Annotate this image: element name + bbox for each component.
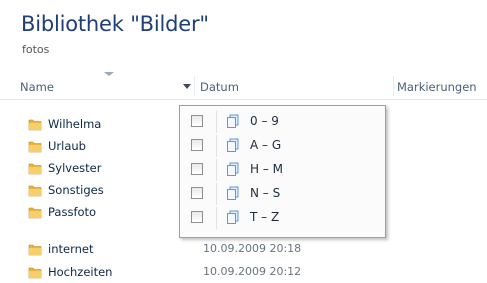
filter-item-t-z[interactable]: T – Z	[180, 207, 385, 229]
filter-checkbox[interactable]	[191, 163, 203, 175]
file-group-icon	[227, 210, 239, 224]
folder-date: 10.09.2009 20:18	[203, 242, 302, 255]
folder-icon	[28, 141, 42, 153]
folder-icon	[28, 207, 42, 219]
folder-name: internet	[48, 242, 94, 256]
filter-item-h-m[interactable]: H – M	[180, 159, 385, 181]
library-title: Bibliothek "Bilder"	[21, 12, 209, 36]
library-header: Bibliothek "Bilder" fotos	[0, 0, 487, 72]
column-header-datum[interactable]: Datum	[200, 80, 239, 94]
column-separator[interactable]	[194, 76, 195, 96]
folder-icon	[28, 119, 42, 131]
filter-item-label: H – M	[250, 162, 284, 176]
column-header-bar: Name Datum Markierungen	[0, 72, 487, 100]
name-filter-popup: 0 – 9 A – G H – M N – S T – Z	[179, 105, 386, 238]
filter-checkbox[interactable]	[191, 187, 203, 199]
filter-item-a-g[interactable]: A – G	[180, 135, 385, 157]
divider	[216, 159, 217, 181]
file-group-icon	[227, 186, 239, 200]
column-separator[interactable]	[393, 76, 394, 96]
divider	[216, 135, 217, 157]
folder-icon	[28, 267, 42, 279]
divider	[216, 111, 217, 133]
filter-item-label: N – S	[250, 186, 281, 200]
folder-name: Hochzeiten	[48, 265, 113, 279]
divider	[216, 183, 217, 205]
folder-name: Urlaub	[48, 139, 86, 153]
file-group-icon	[227, 162, 239, 176]
folder-row-internet[interactable]: internet 10.09.2009 20:18	[0, 238, 487, 260]
folder-icon	[28, 244, 42, 256]
filter-item-0-9[interactable]: 0 – 9	[180, 111, 385, 133]
filter-checkbox[interactable]	[191, 211, 203, 223]
filter-dropdown-arrow-icon[interactable]	[183, 84, 191, 89]
filter-item-n-s[interactable]: N – S	[180, 183, 385, 205]
column-header-markierungen[interactable]: Markierungen	[397, 80, 477, 94]
folder-icon	[28, 163, 42, 175]
filter-item-label: T – Z	[250, 210, 280, 224]
folder-icon	[28, 185, 42, 197]
folder-name: Wilhelma	[48, 117, 102, 131]
file-group-icon	[227, 138, 239, 152]
filter-item-label: 0 – 9	[250, 114, 279, 128]
folder-name: Sonstiges	[48, 183, 104, 197]
file-group-icon	[227, 114, 239, 128]
divider	[216, 207, 217, 229]
folder-row-hochzeiten[interactable]: Hochzeiten 10.09.2009 20:12	[0, 261, 487, 283]
filter-checkbox[interactable]	[191, 115, 203, 127]
folder-date: 10.09.2009 20:12	[203, 265, 302, 278]
filter-item-label: A – G	[250, 138, 282, 152]
folder-name: Passfoto	[48, 205, 97, 219]
column-header-name[interactable]: Name	[20, 80, 54, 94]
folder-name: Sylvester	[48, 161, 102, 175]
library-subtitle: fotos	[22, 43, 50, 56]
sort-indicator-icon	[104, 72, 114, 76]
filter-checkbox[interactable]	[191, 139, 203, 151]
